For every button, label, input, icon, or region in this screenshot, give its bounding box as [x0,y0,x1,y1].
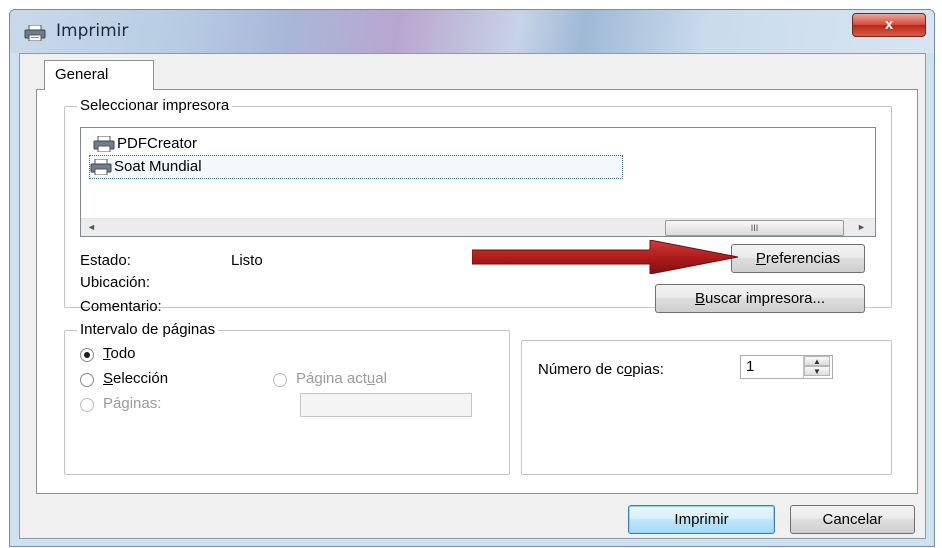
copies-spinner[interactable]: ▲ ▼ [803,356,830,378]
location-label: Ubicación: [80,274,151,291]
printer-group: Seleccionar impresora PDFCreator Soat Mu… [64,97,892,315]
status-value: Listo [231,252,263,269]
print-dialog-window: Imprimir x General Seleccionar impresora… [9,9,935,547]
radio-selection-label: Selección [103,370,169,387]
preferences-button[interactable]: Preferencias [731,244,865,273]
printer-icon [93,136,115,152]
print-button[interactable]: Imprimir [628,505,775,534]
tab-general[interactable]: General [44,60,154,90]
printer-list[interactable]: PDFCreator Soat Mundial ◄ III ► [80,127,876,237]
window-title: Imprimir [56,21,129,41]
scroll-thumb[interactable]: III [665,220,844,236]
close-button[interactable]: x [852,13,926,37]
printer-item-soat-mundial[interactable]: Soat Mundial [89,155,623,179]
copies-input[interactable]: 1 ▲ ▼ [740,355,833,379]
radio-current-page-label: Página actual [296,370,387,387]
radio-current-page[interactable] [273,373,287,387]
copies-label: Número de copias: [538,361,664,378]
radio-all-label: Todo [103,345,136,362]
printer-list-hscrollbar[interactable]: ◄ III ► [81,218,875,236]
printer-name: Soat Mundial [114,158,202,175]
status-label: Estado: [80,252,131,269]
radio-all[interactable] [80,348,94,362]
scroll-left-icon[interactable]: ◄ [83,219,100,236]
cancel-button[interactable]: Cancelar [790,505,915,534]
red-arrow-icon [472,240,739,274]
title-bar[interactable]: Imprimir x [10,10,934,53]
tab-panel-general: Seleccionar impresora PDFCreator Soat Mu… [36,89,918,494]
radio-selection[interactable] [80,373,94,387]
printer-item-pdfcreator[interactable]: PDFCreator [93,133,197,155]
close-icon: x [884,16,894,33]
page-range-group-label: Intervalo de páginas [77,321,219,338]
spin-up-icon[interactable]: ▲ [804,356,830,366]
printer-group-label: Seleccionar impresora [77,97,233,114]
pages-input[interactable] [300,393,472,417]
printer-icon [90,159,112,175]
copies-group: Número de copias: 1 ▲ ▼ [521,340,892,475]
radio-pages[interactable] [80,398,94,412]
comment-label: Comentario: [80,298,162,315]
spin-down-icon[interactable]: ▼ [804,366,830,376]
radio-pages-label: Páginas: [103,395,162,412]
printer-name: PDFCreator [117,135,198,152]
copies-value: 1 [746,358,755,375]
page-range-group: Intervalo de páginas Todo Selección Pági… [64,321,510,475]
printer-icon [24,25,46,41]
find-printer-button[interactable]: Buscar impresora... [655,284,865,313]
scroll-right-icon[interactable]: ► [853,219,870,236]
dialog-body: General Seleccionar impresora PDFCreator [19,53,926,539]
